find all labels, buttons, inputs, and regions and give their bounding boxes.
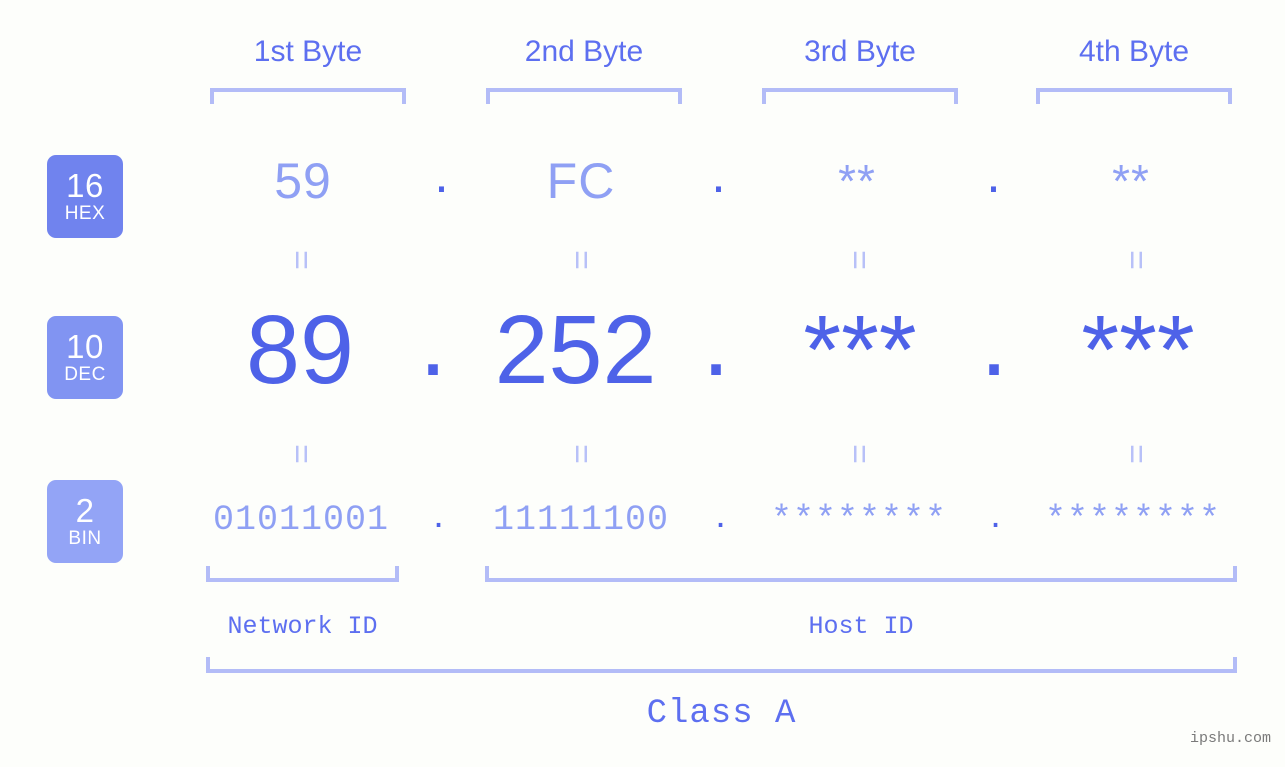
hex-byte-2: FC xyxy=(546,153,616,209)
bin-byte-4: ******** xyxy=(1044,500,1222,540)
equality-mark-dec-bin-2: = xyxy=(562,444,600,464)
site-watermark: ipshu.com xyxy=(1189,730,1271,747)
bin-byte-2: 11111100 xyxy=(492,500,670,540)
equality-mark-dec-bin-4: = xyxy=(1117,444,1155,464)
dec-separator-2: . xyxy=(702,285,730,397)
equality-mark-hex-dec-3: = xyxy=(840,250,878,270)
bin-separator-3: . xyxy=(990,494,1002,536)
base-badge-hex-system: HEX xyxy=(64,203,106,224)
base-badge-bin-number: 2 xyxy=(75,492,95,529)
dec-byte-3: *** xyxy=(803,295,917,404)
dec-byte-4: *** xyxy=(1081,295,1195,404)
hex-separator-2: . xyxy=(711,146,727,204)
byte-header-label-2: 2nd Byte xyxy=(524,35,644,68)
network-id-bracket xyxy=(206,566,399,582)
class-label: Class A xyxy=(646,695,797,733)
dec-byte-1: 89 xyxy=(246,295,354,404)
equality-mark-hex-dec-2: = xyxy=(562,250,600,270)
equality-mark-hex-dec-1: = xyxy=(282,250,320,270)
base-badge-dec-system: DEC xyxy=(64,364,106,385)
hex-byte-1: 59 xyxy=(274,153,332,209)
base-badge-dec: 10 DEC xyxy=(47,316,123,399)
equality-mark-hex-dec-4: = xyxy=(1117,250,1155,270)
base-badge-hex-number: 16 xyxy=(66,167,104,204)
bin-byte-3: ******** xyxy=(770,500,948,540)
equality-mark-dec-bin-3: = xyxy=(840,444,878,464)
base-badge-bin: 2 BIN xyxy=(47,480,123,563)
hex-byte-3: ** xyxy=(838,155,876,207)
hex-separator-3: . xyxy=(986,146,1002,204)
byte-header-label-3: 3rd Byte xyxy=(804,35,916,68)
dec-separator-3: . xyxy=(980,285,1008,397)
host-id-label: Host ID xyxy=(808,612,914,641)
base-badge-hex: 16 HEX xyxy=(47,155,123,238)
byte-bracket-top-2 xyxy=(486,88,682,104)
class-bracket xyxy=(206,657,1237,673)
bin-separator-1: . xyxy=(433,494,445,536)
base-badge-bin-system: BIN xyxy=(68,528,102,549)
bin-separator-2: . xyxy=(715,494,727,536)
dec-byte-2: 252 xyxy=(494,295,657,404)
byte-header-label-4: 4th Byte xyxy=(1078,35,1190,68)
dec-separator-1: . xyxy=(419,285,447,397)
byte-bracket-top-3 xyxy=(762,88,958,104)
byte-bracket-top-4 xyxy=(1036,88,1232,104)
ip-breakdown-diagram: 1st Byte 2nd Byte 3rd Byte 4th Byte 16 H… xyxy=(0,0,1285,767)
hex-byte-4: ** xyxy=(1112,155,1150,207)
host-id-bracket xyxy=(485,566,1237,582)
byte-header-label-1: 1st Byte xyxy=(253,35,363,68)
equality-mark-dec-bin-1: = xyxy=(282,444,320,464)
network-id-label: Network ID xyxy=(227,612,378,641)
base-badge-dec-number: 10 xyxy=(66,328,104,365)
bin-byte-1: 01011001 xyxy=(212,500,390,540)
hex-separator-1: . xyxy=(434,146,450,204)
byte-bracket-top-1 xyxy=(210,88,406,104)
